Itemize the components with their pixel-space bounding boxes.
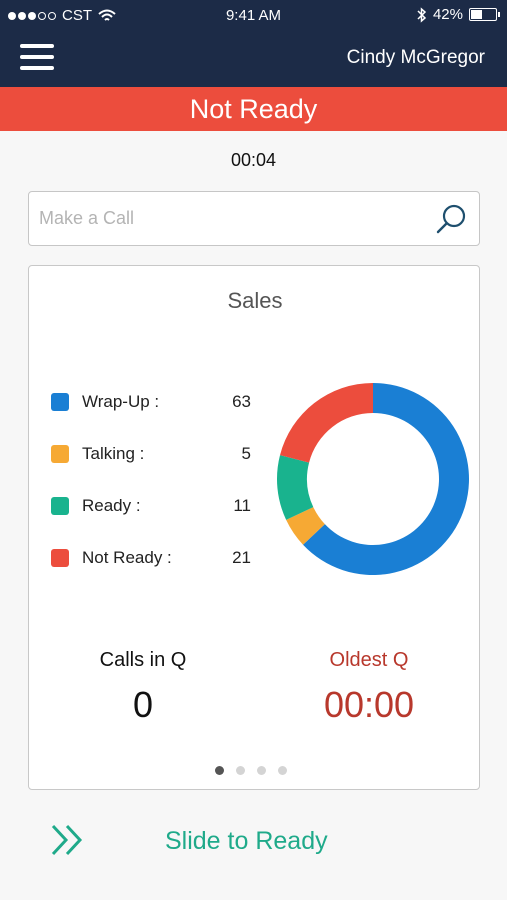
make-call-field[interactable] [28,191,480,246]
page-dot[interactable] [236,766,245,775]
top-bar: CST 9:41 AM 42% Cindy McGregor [0,0,507,87]
legend-swatch [51,497,69,515]
battery-icon [469,8,500,21]
legend-item-talking: Talking : 5 [51,443,251,465]
make-call-input[interactable] [39,204,429,232]
status-right: 42% [417,6,500,23]
slide-to-ready-label: Slide to Ready [165,827,328,855]
queue-title: Sales [227,288,283,313]
agent-status-banner: Not Ready [0,87,507,131]
oldest-q-label: Oldest Q [329,649,409,671]
legend-item-ready: Ready : 11 [51,495,251,517]
search-icon[interactable] [435,202,469,236]
status-donut-chart [277,383,469,575]
legend-label: Talking : [82,444,145,463]
page-dot[interactable] [257,766,266,775]
status-bar: CST 9:41 AM 42% [0,0,507,34]
legend-value: 5 [241,444,251,463]
oldest-q-value: 00:00 [323,684,415,725]
calls-in-q-label: Calls in Q [99,649,187,671]
legend-value: 11 [233,496,251,515]
calls-in-q-value: 0 [132,684,154,725]
slide-to-ready[interactable]: Slide to Ready [0,805,507,885]
status-timer: 00:04 [230,150,277,170]
queue-stats-card[interactable]: Sales Wrap-Up : 63 Talking : 5 Ready : 1… [28,265,480,790]
legend-label: Ready : [82,496,141,515]
page-indicator[interactable] [215,766,287,775]
legend-value: 63 [232,392,251,411]
legend-label: Not Ready : [82,548,172,567]
battery-percent: 42% [432,6,463,23]
bluetooth-icon [417,6,427,23]
legend-item-not-ready: Not Ready : 21 [51,547,251,569]
user-name: Cindy McGregor [346,47,485,68]
legend-item-wrap-up: Wrap-Up : 63 [51,391,251,413]
legend-swatch [51,393,69,411]
page-dot[interactable] [215,766,224,775]
legend-value: 21 [232,548,251,567]
double-chevron-right-icon [51,824,83,856]
legend-swatch [51,445,69,463]
hamburger-menu-icon[interactable] [20,44,54,70]
page-dot[interactable] [278,766,287,775]
donut-slice-not-ready [280,383,373,463]
legend-label: Wrap-Up : [82,392,160,411]
legend-swatch [51,549,69,567]
